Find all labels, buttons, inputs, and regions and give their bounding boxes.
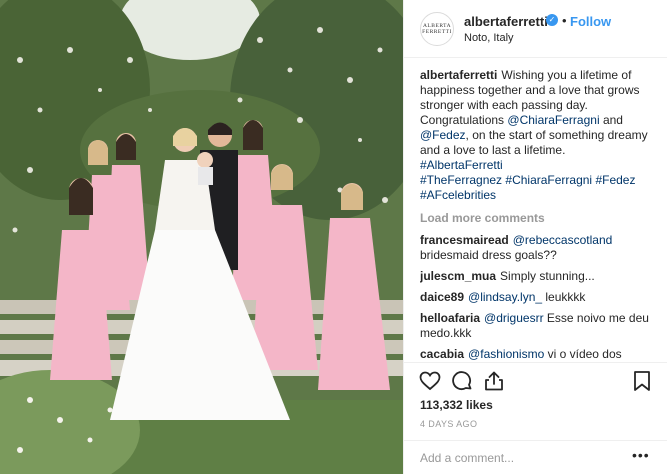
header-username[interactable]: albertaferretti bbox=[464, 14, 548, 29]
post-side-panel: ALBERTA FERRETTI albertaferretti ✓ • Fol… bbox=[403, 0, 667, 474]
caption-mention-1[interactable]: @ChiaraFerragni bbox=[507, 113, 599, 127]
follow-button[interactable]: Follow bbox=[570, 14, 611, 29]
comment-item: francesmairead @rebeccascotland bridesmai… bbox=[420, 233, 658, 263]
heart-icon[interactable] bbox=[418, 369, 442, 393]
comment-mention[interactable]: @lindsay.lyn_ bbox=[468, 290, 542, 304]
comment-text: leukkkk bbox=[542, 290, 586, 304]
comment-mention[interactable]: @driguesrr bbox=[484, 311, 544, 325]
caption-hashtag-4[interactable]: #Fedez bbox=[595, 173, 635, 187]
more-options-icon[interactable]: ••• bbox=[632, 447, 650, 463]
likes-count[interactable]: 113,332 likes bbox=[420, 398, 493, 412]
comment-mention[interactable]: @rebeccascotland bbox=[513, 233, 613, 247]
comments-list[interactable]: albertaferretti Wishing you a lifetime of… bbox=[420, 68, 658, 362]
post-timestamp: 4 DAYS AGO bbox=[420, 419, 478, 429]
post-actions-bar: 113,332 likes 4 DAYS AGO bbox=[404, 362, 667, 440]
comment-mention[interactable]: @fashionismo bbox=[468, 347, 544, 361]
comment-item: helloafaria @driguesrr Esse noivo me deu … bbox=[420, 311, 658, 341]
comment-bubble-icon[interactable] bbox=[450, 369, 474, 393]
comment-text: Simply stunning... bbox=[500, 269, 595, 283]
caption-username[interactable]: albertaferretti bbox=[420, 68, 497, 82]
post-location[interactable]: Noto, Italy bbox=[464, 32, 514, 44]
avatar-text-bottom: FERRETTI bbox=[422, 29, 452, 35]
avatar[interactable]: ALBERTA FERRETTI bbox=[420, 12, 454, 46]
add-comment-input[interactable] bbox=[420, 449, 620, 467]
caption-hashtag-5[interactable]: #AFcelebrities bbox=[420, 188, 496, 202]
post-photo[interactable] bbox=[0, 0, 403, 474]
caption-hashtag-3[interactable]: #ChiaraFerragni bbox=[505, 173, 592, 187]
comment-username[interactable]: julescm_mua bbox=[420, 269, 496, 283]
caption-hashtag-2[interactable]: #TheFerragnez bbox=[420, 173, 502, 187]
load-more-comments-button[interactable]: Load more comments bbox=[420, 211, 658, 226]
caption-text-2: and bbox=[599, 113, 623, 127]
share-icon[interactable] bbox=[482, 369, 506, 393]
comment-username[interactable]: daice89 bbox=[420, 290, 464, 304]
post-header: ALBERTA FERRETTI albertaferretti ✓ • Fol… bbox=[404, 0, 667, 58]
caption-mention-2[interactable]: @Fedez bbox=[420, 128, 466, 142]
post-caption: albertaferretti Wishing you a lifetime of… bbox=[420, 68, 658, 203]
comment-username[interactable]: cacabia bbox=[420, 347, 464, 361]
add-comment-bar: ••• bbox=[404, 440, 667, 474]
bookmark-icon[interactable] bbox=[630, 369, 654, 393]
comment-item: daice89 @lindsay.lyn_ leukkkk bbox=[420, 290, 658, 305]
verified-badge-icon: ✓ bbox=[546, 14, 558, 26]
comment-item: julescm_mua Simply stunning... bbox=[420, 269, 658, 284]
separator-dot: • bbox=[562, 13, 567, 28]
comment-item: cacabia@fashionismo vi o vídeo dos dress… bbox=[420, 347, 658, 362]
comment-username[interactable]: helloafaria bbox=[420, 311, 480, 325]
caption-hashtag-1[interactable]: #AlbertaFerretti bbox=[420, 158, 503, 172]
comment-username[interactable]: francesmairead bbox=[420, 233, 509, 247]
comment-text: bridesmaid dress goals?? bbox=[420, 248, 557, 262]
wedding-photo-illustration bbox=[0, 0, 403, 474]
